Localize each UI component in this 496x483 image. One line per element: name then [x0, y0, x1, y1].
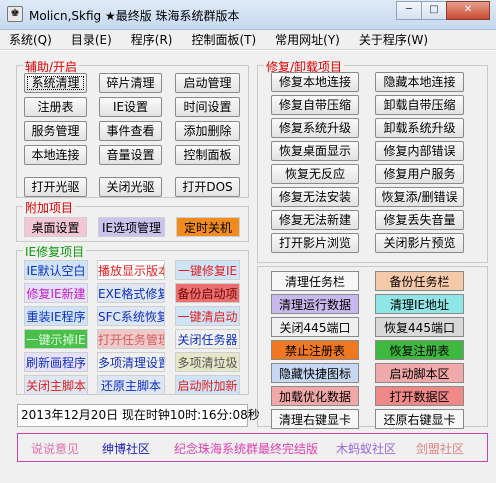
menu-about[interactable]: 关于程序(W) [359, 31, 428, 48]
menu-bar: 系统(Q) 目录(E) 程序(R) 控制面板(T) 常用网址(Y) 关于程序(W… [0, 30, 496, 50]
links-bar: 说说意见 绅博社区 纪念珠海系统群最终完结版 木蚂蚁社区 剑盟社区 [17, 433, 488, 462]
ie-group-title: IE修复项目 [23, 243, 87, 260]
close-task-manager-button[interactable]: 关闭任务器 [175, 329, 240, 349]
fix-local-connection-button[interactable]: 修复本地连接 [271, 72, 359, 92]
uninstall-builtin-zip-button[interactable]: 卸载自带压缩 [375, 95, 464, 115]
close-button[interactable]: ✕ [446, 1, 490, 20]
open-dos-button[interactable]: 打开DOS [175, 177, 240, 197]
open-task-manager-button[interactable]: 打开任务管理 [97, 329, 165, 349]
startup-manager-button[interactable]: 启动管理 [175, 73, 240, 93]
link-feedback[interactable]: 说说意见 [31, 440, 79, 457]
exe-format-fix-button[interactable]: EXE格式修复 [97, 283, 165, 303]
link-memorial[interactable]: 纪念珠海系统群最终完结版 [174, 440, 318, 457]
fix-ie-new-button[interactable]: 修复IE新建 [24, 283, 88, 303]
restore-right-menu-button[interactable]: 还原右键显卡 [375, 409, 464, 429]
event-viewer-button[interactable]: 事件查看 [99, 121, 162, 141]
fix-lost-volume-button[interactable]: 修复丢失音量 [375, 210, 464, 230]
open-cdrom-button[interactable]: 打开光驱 [24, 177, 87, 197]
menu-urls[interactable]: 常用网址(Y) [275, 31, 340, 48]
control-panel-button[interactable]: 控制面板 [175, 145, 240, 165]
close-cdrom-button[interactable]: 关闭光驱 [99, 177, 162, 197]
restore-add-remove-error-button[interactable]: 恢复添/删错误 [375, 187, 464, 207]
local-connection-button[interactable]: 本地连接 [24, 145, 87, 165]
clock-status: 2013年12月20日 现在时钟10时:16分:08秒 [17, 404, 260, 427]
link-jianmeng[interactable]: 剑盟社区 [416, 440, 464, 457]
volume-settings-button[interactable]: 音量设置 [99, 145, 162, 165]
fix-builtin-zip-button[interactable]: 修复自带压缩 [271, 95, 359, 115]
menu-control-panel[interactable]: 控制面板(T) [191, 31, 256, 48]
clean-taskbar-button[interactable]: 清理任务栏 [271, 271, 359, 291]
play-version-button[interactable]: 播放显示版本 [97, 260, 165, 280]
menu-system[interactable]: 系统(Q) [9, 31, 52, 48]
backup-taskbar-button[interactable]: 备份任务栏 [375, 271, 464, 291]
timed-shutdown-button[interactable]: 定时关机 [176, 217, 240, 237]
fix-internal-error-button[interactable]: 修复内部错误 [375, 141, 464, 161]
fix-system-update-button[interactable]: 修复系统升级 [271, 118, 359, 138]
minimize-button[interactable]: ─ [396, 1, 422, 20]
menu-directory[interactable]: 目录(E) [71, 31, 112, 48]
clean-ie-address-button[interactable]: 清理IE地址 [375, 294, 464, 314]
title-bar[interactable]: ♚ Molicn,Skfig ★最终版 珠海系统群版本 ─ □ ✕ [0, 0, 496, 30]
hide-local-connection-button[interactable]: 隐藏本地连接 [375, 72, 464, 92]
start-script-area-button[interactable]: 启动脚本区 [375, 363, 464, 383]
restore-445-port-button[interactable]: 恢复445端口 [375, 317, 464, 337]
ie-options-button[interactable]: IE选项管理 [98, 217, 165, 237]
reinstall-ie-button[interactable]: 重装IE程序 [24, 306, 88, 326]
load-optimize-data-button[interactable]: 加载优化数据 [271, 386, 359, 406]
link-shenbo[interactable]: 绅博社区 [102, 440, 150, 457]
link-mumayi[interactable]: 木蚂蚁社区 [336, 440, 396, 457]
fix-user-service-button[interactable]: 修复用户服务 [375, 164, 464, 184]
service-manager-button[interactable]: 服务管理 [24, 121, 87, 141]
one-key-clean-startup-button[interactable]: 一键清启动 [175, 306, 240, 326]
fix-cannot-install-button[interactable]: 修复无法安装 [271, 187, 359, 207]
one-key-fix-ie-button[interactable]: 一键修复IE [175, 260, 240, 280]
sfc-restore-button[interactable]: SFC系统恢复 [97, 306, 165, 326]
window-title: Molicn,Skfig ★最终版 珠海系统群版本 [29, 9, 240, 23]
system-clean-button[interactable]: 系统清理 [24, 73, 87, 93]
start-addon-new-button[interactable]: 启动附加新 [175, 375, 240, 395]
multi-clean-junk-button[interactable]: 多项清垃圾 [175, 352, 240, 372]
refresh-program-button[interactable]: 刷新画程序 [24, 352, 88, 372]
restore-registry-button[interactable]: 恢复注册表 [375, 340, 464, 360]
disable-registry-button[interactable]: 禁止注册表 [271, 340, 359, 360]
maximize-button[interactable]: □ [421, 1, 447, 20]
registry-button[interactable]: 注册表 [24, 97, 87, 117]
menu-program[interactable]: 程序(R) [131, 31, 173, 48]
multi-clean-settings-button[interactable]: 多项清理设置 [97, 352, 165, 372]
close-main-script-button[interactable]: 关闭主脚本 [24, 375, 88, 395]
restore-no-response-button[interactable]: 恢复无反应 [271, 164, 359, 184]
uninstall-system-update-button[interactable]: 卸载系统升级 [375, 118, 464, 138]
one-key-remove-ie-button[interactable]: 一键示掉IE [24, 329, 88, 349]
desktop-settings-button[interactable]: 桌面设置 [24, 217, 87, 237]
ie-default-blank-button[interactable]: IE默认空白 [24, 260, 88, 280]
clean-run-data-button[interactable]: 清理运行数据 [271, 294, 359, 314]
restore-main-script-button[interactable]: 还原主脚本 [97, 375, 165, 395]
clean-right-menu-button[interactable]: 清理右键显卡 [271, 409, 359, 429]
close-video-preview-button[interactable]: 关闭影片预览 [375, 233, 464, 253]
client-area: 辅助/开启 系统清理 碎片清理 启动管理 注册表 IE设置 时间设置 服务管理 … [0, 51, 496, 483]
open-data-area-button[interactable]: 打开数据区 [375, 386, 464, 406]
app-icon: ♚ [7, 6, 23, 22]
addon-group-title: 附加项目 [23, 199, 76, 216]
backup-startup-button[interactable]: 备份启动项 [175, 283, 240, 303]
restore-desktop-button[interactable]: 恢复桌面显示 [271, 141, 359, 161]
fix-cannot-create-button[interactable]: 修复无法新建 [271, 210, 359, 230]
open-video-browse-button[interactable]: 打开影片浏览 [271, 233, 359, 253]
defrag-button[interactable]: 碎片清理 [99, 73, 162, 93]
hide-shortcut-icon-button[interactable]: 隐藏快捷图标 [271, 363, 359, 383]
close-445-port-button[interactable]: 关闭445端口 [271, 317, 359, 337]
add-remove-button[interactable]: 添加删除 [175, 121, 240, 141]
ie-settings-button[interactable]: IE设置 [99, 97, 162, 117]
time-settings-button[interactable]: 时间设置 [175, 97, 240, 117]
